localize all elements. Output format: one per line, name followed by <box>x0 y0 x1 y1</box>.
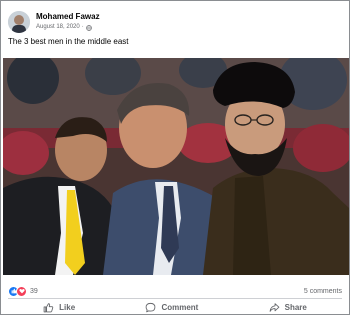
comment-bubble-icon <box>146 302 156 312</box>
globe-icon <box>85 24 92 31</box>
author-name[interactable]: Mohamed Fawaz <box>36 12 100 22</box>
comment-label: Comment <box>161 302 199 312</box>
post-stats: 39 5 comments <box>8 285 342 297</box>
reaction-count: 39 <box>30 287 38 295</box>
comments-count[interactable]: 5 comments <box>304 288 342 295</box>
like-label: Like <box>59 302 76 312</box>
post-caption: The 3 best men in the middle east <box>8 37 129 46</box>
post-meta: August 18, 2020 · <box>36 23 100 32</box>
facebook-post: Mohamed Fawaz August 18, 2020 · The 3 be… <box>0 0 350 315</box>
like-button[interactable]: Like <box>43 302 75 313</box>
avatar-photo <box>8 11 30 33</box>
meta-separator: · <box>81 24 84 30</box>
photo-of-three-seated-men <box>3 58 349 275</box>
author-avatar[interactable] <box>8 11 30 33</box>
share-arrow-icon <box>269 302 279 312</box>
thumbs-up-icon <box>43 302 54 312</box>
post-photo[interactable] <box>3 58 349 275</box>
action-divider <box>8 298 342 299</box>
post-header: Mohamed Fawaz August 18, 2020 · <box>8 8 100 36</box>
post-actions: Like Comment Share <box>8 300 342 314</box>
share-label: Share <box>284 302 307 312</box>
share-button[interactable]: Share <box>269 302 307 313</box>
reaction-summary[interactable]: 39 <box>8 285 38 297</box>
love-reaction-icon <box>16 285 27 297</box>
comment-button[interactable]: Comment <box>145 302 198 313</box>
author-block: Mohamed Fawaz August 18, 2020 · <box>36 12 100 32</box>
post-date[interactable]: August 18, 2020 <box>36 23 80 32</box>
